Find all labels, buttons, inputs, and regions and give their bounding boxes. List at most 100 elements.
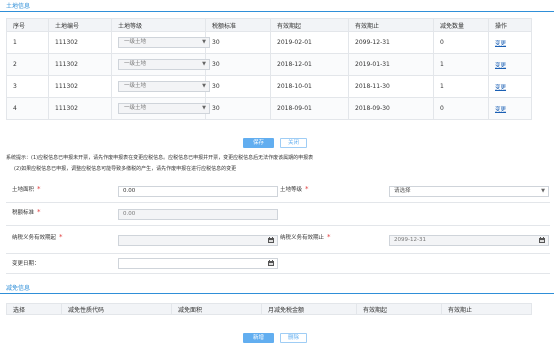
calendar-icon[interactable]	[539, 237, 545, 243]
cell-action: 变更	[488, 75, 532, 98]
cell-relief-count: 0	[433, 97, 489, 120]
land-grade-label: 土地等级 *	[280, 185, 309, 193]
column-header-relief-area: 减免面积	[171, 303, 262, 315]
table-header-row: 选择 减免性质代码 减免面积 月减免税金额 有效期起 有效期止	[6, 303, 532, 315]
cell-relief-count: 0	[433, 31, 489, 54]
column-header-monthly-relief: 月减免税金额	[261, 303, 357, 315]
change-link[interactable]: 变更	[495, 63, 506, 69]
calendar-icon[interactable]	[268, 260, 274, 266]
column-header-index: 序号	[6, 18, 49, 32]
grade-select[interactable]: 一级土地 ▼	[118, 81, 210, 92]
cell-tax-std: 30	[205, 97, 271, 120]
caret-down-icon: ▼	[202, 61, 206, 67]
calendar-icon[interactable]	[268, 237, 274, 243]
cell-end: 2018-11-30	[348, 75, 434, 98]
column-header-tax-std: 税额标准	[205, 18, 271, 32]
cell-action: 变更	[488, 31, 532, 54]
caret-down-icon: ▼	[202, 83, 206, 89]
required-mark: *	[327, 233, 331, 241]
close-button[interactable]: 关闭	[280, 138, 307, 148]
obligation-start-input[interactable]	[118, 235, 278, 246]
system-notice-line1: 系统提示：(1)应税信息已申报未开票，请先作废申报表在变更应税信息。应税信息已申…	[6, 155, 314, 161]
form-row-tax-std: 税额标准 * 0.00	[6, 203, 550, 226]
cell-start: 2018-12-01	[270, 53, 349, 76]
column-header-grade: 土地等级	[111, 18, 206, 32]
cell-index: 1	[6, 31, 49, 54]
column-header-start: 有效期起	[270, 18, 349, 32]
cell-end: 2018-09-30	[348, 97, 434, 120]
land-area-label: 土地面积 *	[12, 185, 41, 193]
tax-std-label: 税额标准 *	[12, 208, 41, 216]
cell-grade: 一级土地 ▼	[111, 31, 210, 54]
obligation-end-value: 2099-12-31	[394, 237, 426, 243]
table-header-row: 序号 土地编号 土地等级 税额标准 有效期起 有效期止 减免数量 操作	[6, 18, 532, 32]
cell-start: 2018-09-01	[270, 97, 349, 120]
relief-section-title: 减免信息	[6, 285, 31, 292]
cell-index: 4	[6, 97, 49, 120]
cell-action: 变更	[488, 97, 532, 120]
land-info-tab-bar: 土地信息	[0, 0, 554, 12]
grade-select-value: 一级土地	[124, 39, 147, 45]
relief-table: 选择 减免性质代码 减免面积 月减免税金额 有效期起 有效期止	[6, 303, 532, 315]
obligation-start-label: 纳税义务有效期起 *	[12, 233, 63, 241]
cell-land-no: 111302	[48, 53, 112, 76]
column-header-relief-end: 有效期止	[441, 303, 532, 315]
land-grade-select-value: 请选择	[394, 188, 411, 194]
column-header-end: 有效期止	[348, 18, 434, 32]
column-header-select: 选择	[6, 303, 62, 315]
cell-grade: 一级土地 ▼	[111, 97, 210, 120]
table-row: 2 111302 一级土地 ▼ 30 2018-12-01 2019-01-31 …	[6, 53, 532, 76]
cell-end: 2019-01-31	[348, 53, 434, 76]
tax-std-input[interactable]: 0.00	[118, 209, 278, 220]
obligation-end-label: 纳税义务有效期止 *	[280, 233, 331, 241]
cell-land-no: 111302	[48, 97, 112, 120]
cell-start: 2018-10-01	[270, 75, 349, 98]
table-row: 4 111302 一级土地 ▼ 30 2018-09-01 2018-09-30 …	[6, 97, 532, 120]
land-grade-select[interactable]: 请选择 ▼	[389, 186, 549, 197]
land-area-input[interactable]: 0.00	[118, 186, 278, 197]
land-info-table: 序号 土地编号 土地等级 税额标准 有效期起 有效期止 减免数量 操作 1 11…	[6, 18, 532, 120]
required-mark: *	[305, 185, 309, 193]
cell-end: 2099-12-31	[348, 31, 434, 54]
add-button[interactable]: 新增	[243, 333, 274, 343]
save-button[interactable]: 保存	[243, 138, 274, 148]
form-row-area: 土地面积 * 0.00 土地等级 * 请选择 ▼	[6, 180, 550, 203]
cell-index: 2	[6, 53, 49, 76]
caret-down-icon: ▼	[541, 188, 545, 194]
column-header-land-no: 土地编号	[48, 18, 112, 32]
change-link[interactable]: 变更	[495, 107, 506, 113]
column-header-relief-start: 有效期起	[356, 303, 442, 315]
cell-start: 2019-02-01	[270, 31, 349, 54]
grade-select-value: 一级土地	[124, 83, 147, 89]
system-notice-line2: (2)如果应税信息已申报，调整应税信息可能导致多缴税的产生，请先作废申报在进行应…	[14, 166, 237, 172]
form-row-obligation: 纳税义务有效期起 * 纳税义务有效期止 * 2099-12-31	[6, 226, 550, 254]
cell-action: 变更	[488, 53, 532, 76]
form-row-change-date: 变更日期：	[6, 254, 550, 274]
grade-select-value: 一级土地	[124, 61, 147, 67]
grade-select[interactable]: 一级土地 ▼	[118, 103, 210, 114]
grade-select[interactable]: 一级土地 ▼	[118, 59, 210, 70]
cell-index: 3	[6, 75, 49, 98]
change-link[interactable]: 变更	[495, 85, 506, 91]
cell-land-no: 111302	[48, 31, 112, 54]
required-mark: *	[59, 233, 63, 241]
cell-relief-count: 1	[433, 53, 489, 76]
change-date-input[interactable]	[118, 258, 278, 269]
change-link[interactable]: 变更	[495, 41, 506, 47]
column-header-relief-count: 减免数量	[433, 18, 489, 32]
cell-grade: 一级土地 ▼	[111, 75, 210, 98]
required-mark: *	[37, 208, 41, 216]
delete-button[interactable]: 删除	[280, 333, 307, 343]
grade-select[interactable]: 一级土地 ▼	[118, 37, 210, 48]
cell-tax-std: 30	[205, 53, 271, 76]
cell-grade: 一级土地 ▼	[111, 53, 210, 76]
cell-relief-count: 1	[433, 75, 489, 98]
column-header-relief-code: 减免性质代码	[61, 303, 172, 315]
relief-section-divider	[0, 293, 554, 294]
obligation-end-input[interactable]: 2099-12-31	[389, 235, 549, 246]
cell-tax-std: 30	[205, 31, 271, 54]
caret-down-icon: ▼	[202, 105, 206, 111]
required-mark: *	[37, 185, 41, 193]
tab-land-info[interactable]: 土地信息	[6, 1, 30, 10]
cell-tax-std: 30	[205, 75, 271, 98]
